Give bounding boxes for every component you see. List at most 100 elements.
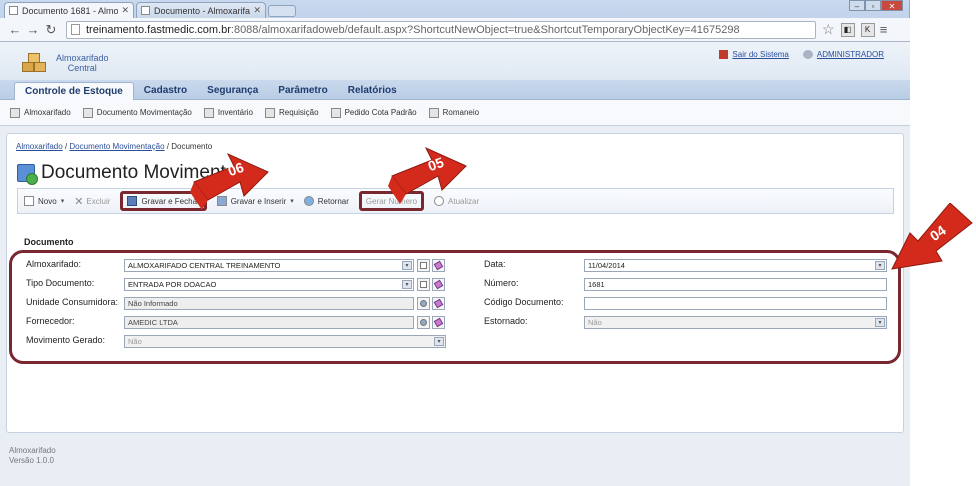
tipo-documento-select[interactable]: ENTRADA POR DOACAO ▾: [124, 278, 414, 291]
breadcrumb: Almoxarifado / Documento Movimentação / …: [16, 142, 212, 151]
dropdown-arrow-icon[interactable]: ▾: [402, 261, 412, 270]
unidade-consumidora-field[interactable]: Não Informado: [124, 297, 414, 310]
footer-version: Versão 1.0.0: [9, 456, 54, 465]
submenu-requisicao[interactable]: Requisição: [264, 107, 319, 118]
submenu-inventario[interactable]: Inventário: [203, 107, 253, 118]
menu-parametro[interactable]: Parâmetro: [268, 82, 337, 100]
boxes-logo-icon: [22, 52, 50, 74]
main-menu: Controle de Estoque Cadastro Segurança P…: [14, 82, 407, 100]
reload-icon[interactable]: ↻: [42, 22, 60, 38]
tipo-documento-new-button[interactable]: [417, 278, 430, 291]
novo-button[interactable]: Novo ▾: [24, 191, 64, 211]
back-arrow-icon[interactable]: ←: [6, 22, 24, 37]
tipo-documento-value: ENTRADA POR DOACAO: [128, 280, 217, 289]
logout-link[interactable]: Sair do Sistema: [732, 50, 788, 59]
manifest-icon: [428, 107, 439, 118]
eraser-icon: [433, 260, 444, 271]
document-icon: [82, 107, 93, 118]
calendar-dropdown-icon[interactable]: ▾: [875, 261, 885, 270]
tab-label: Documento 1681 - Almox: [22, 5, 119, 16]
numero-field[interactable]: 1681: [584, 278, 887, 291]
row-fornecedor: Fornecedor:: [26, 316, 75, 326]
new-tab-button[interactable]: [268, 5, 296, 17]
arrow-05-shape: [388, 146, 467, 204]
new-document-icon: [24, 196, 34, 206]
submenu-label: Requisição: [278, 108, 319, 117]
estornado-select[interactable]: Não ▾: [584, 316, 887, 329]
eraser-icon: [433, 298, 444, 309]
breadcrumb-almoxarifado[interactable]: Almoxarifado: [16, 142, 63, 151]
sub-menu: Almoxarifado Documento Movimentação Inve…: [0, 100, 910, 126]
tipo-documento-clear-button[interactable]: [432, 278, 445, 291]
movimento-gerado-select[interactable]: Não ▾: [124, 335, 446, 348]
page-favicon-icon: [9, 6, 18, 15]
submenu-almoxarifado[interactable]: Almoxarifado: [10, 107, 71, 118]
breadcrumb-documento-movimentacao[interactable]: Documento Movimentação: [69, 142, 164, 151]
browser-menu-icon[interactable]: ≡: [875, 22, 893, 37]
unidade-consumidora-clear-button[interactable]: [432, 297, 445, 310]
almoxarifado-clear-button[interactable]: [432, 259, 445, 272]
extension-icon[interactable]: K: [860, 22, 875, 37]
top-links: Sair do Sistema ADMINISTRADOR: [705, 50, 884, 59]
tab-close-icon[interactable]: ✕: [253, 5, 261, 16]
unidade-consumidora-search-button[interactable]: [417, 297, 430, 310]
menu-relatorios[interactable]: Relatórios: [338, 82, 407, 100]
numero-label: Número:: [484, 278, 519, 288]
order-icon: [330, 107, 341, 118]
eraser-icon: [433, 279, 444, 290]
maximize-icon[interactable]: ▫: [865, 0, 881, 11]
dropdown-arrow-icon[interactable]: ▾: [875, 318, 885, 327]
almoxarifado-new-button[interactable]: [417, 259, 430, 272]
submenu-pedido-cota[interactable]: Pedido Cota Padrão: [330, 107, 417, 118]
menu-controle-estoque[interactable]: Controle de Estoque: [14, 82, 134, 100]
document-check-icon: [17, 164, 38, 185]
forward-arrow-icon[interactable]: →: [24, 22, 42, 37]
fornecedor-clear-button[interactable]: [432, 316, 445, 329]
bookmark-star-icon[interactable]: ☆: [822, 21, 835, 38]
row-almoxarifado: Almoxarifado:: [26, 259, 81, 269]
unidade-consumidora-label: Unidade Consumidora:: [26, 297, 119, 307]
browser-tab-active[interactable]: Documento 1681 - Almox ✕: [4, 2, 134, 18]
almoxarifado-select[interactable]: ALMOXARIFADO CENTRAL TREINAMENTO ▾: [124, 259, 414, 272]
requisition-icon: [264, 107, 275, 118]
novo-label: Novo: [38, 196, 57, 206]
app-header: Almoxarifado Central Sair do Sistema ADM…: [0, 42, 910, 80]
row-estornado: Estornado:: [484, 316, 528, 326]
annotation-arrow-04: 04: [888, 202, 974, 275]
submenu-documento-movimentacao[interactable]: Documento Movimentação: [82, 107, 192, 118]
menu-cadastro[interactable]: Cadastro: [134, 82, 197, 100]
estornado-label: Estornado:: [484, 316, 528, 326]
footer-app-name: Almoxarifado: [9, 446, 56, 455]
annotation-arrow-05: 05: [388, 146, 468, 206]
browser-tab[interactable]: Documento - Almoxarifad ✕: [136, 2, 266, 18]
page-info-icon: [71, 24, 80, 35]
dropdown-arrow-icon[interactable]: ▾: [434, 337, 444, 346]
data-field[interactable]: 11/04/2014 ▾: [584, 259, 887, 272]
user-link[interactable]: ADMINISTRADOR: [817, 50, 884, 59]
dropdown-arrow-icon[interactable]: ▾: [290, 197, 294, 205]
data-label: Data:: [484, 259, 506, 269]
row-numero: Número:: [484, 278, 519, 288]
extension-icon[interactable]: ◧: [840, 22, 855, 37]
minimize-icon[interactable]: –: [849, 0, 865, 11]
dropdown-arrow-icon[interactable]: ▾: [402, 280, 412, 289]
arrow-06-shape: [190, 152, 269, 210]
new-record-icon: [420, 262, 427, 269]
window-close-icon[interactable]: ✕: [881, 0, 903, 11]
retornar-button[interactable]: Retornar: [303, 191, 349, 211]
retornar-label: Retornar: [317, 196, 349, 206]
fornecedor-search-button[interactable]: [417, 316, 430, 329]
submenu-label: Documento Movimentação: [96, 108, 192, 117]
breadcrumb-separator: /: [166, 142, 170, 151]
new-record-icon: [420, 281, 427, 288]
menu-seguranca[interactable]: Segurança: [197, 82, 268, 100]
dropdown-arrow-icon[interactable]: ▾: [61, 197, 65, 205]
codigo-documento-field[interactable]: [584, 297, 887, 310]
excluir-button[interactable]: ✕ Excluir: [74, 191, 110, 211]
tab-close-icon[interactable]: ✕: [121, 5, 129, 16]
tab-label: Documento - Almoxarifad: [154, 5, 251, 16]
fornecedor-field[interactable]: AMEDIC LTDA: [124, 316, 414, 329]
url-input[interactable]: treinamento.fastmedic.com.br :8088/almox…: [66, 20, 816, 39]
numero-value: 1681: [588, 280, 605, 289]
submenu-romaneio[interactable]: Romaneio: [428, 107, 479, 118]
